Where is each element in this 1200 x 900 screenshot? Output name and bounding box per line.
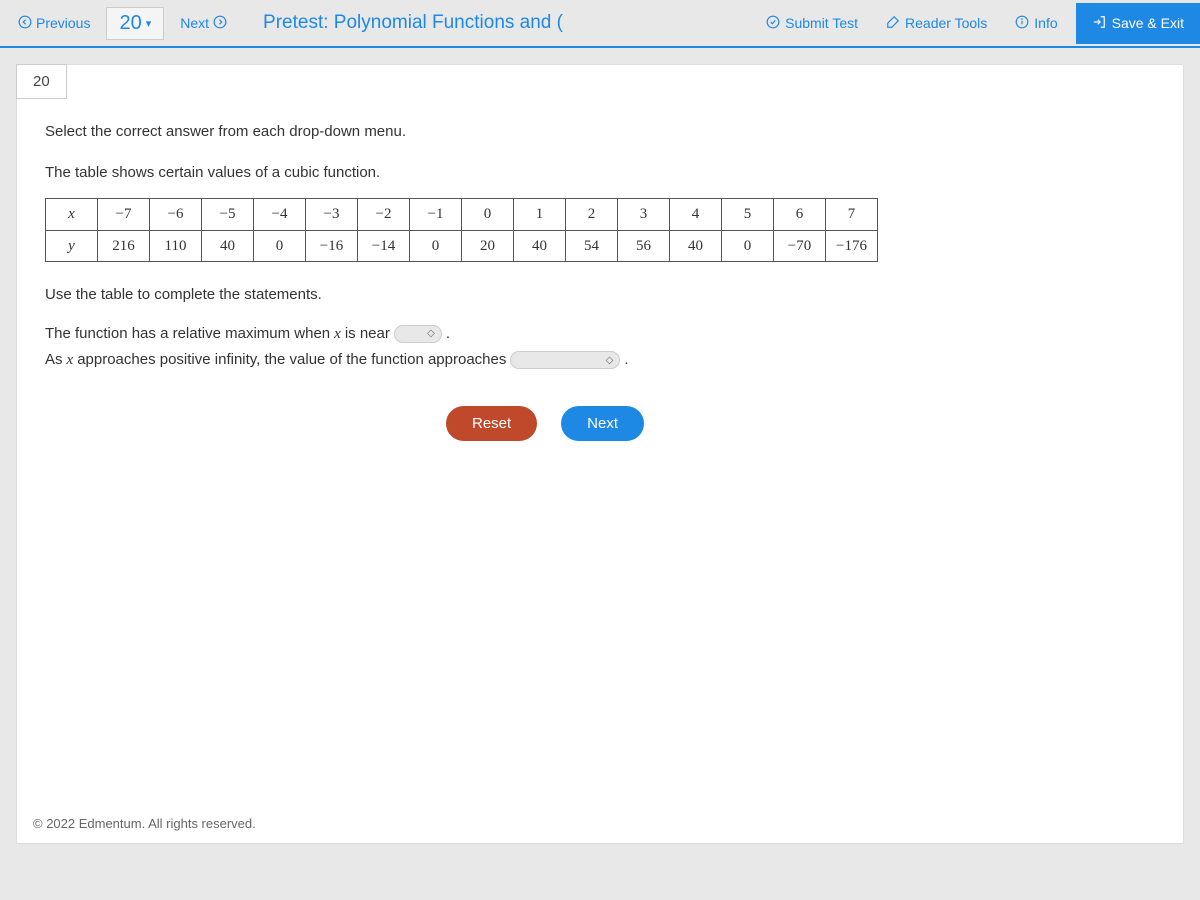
stmt1-period: .	[446, 323, 450, 346]
updown-icon: ◇	[606, 353, 614, 368]
table-row-y: y 216 110 40 0 −16 −14 0 20 40 54 56 40 …	[46, 230, 878, 262]
cell: 3	[618, 199, 670, 231]
cell: 216	[98, 230, 150, 262]
check-circle-icon	[766, 15, 780, 32]
arrow-left-icon	[18, 15, 32, 32]
save-exit-button[interactable]: Save & Exit	[1076, 3, 1200, 44]
cell: −3	[306, 199, 358, 231]
stmt2-a: As	[45, 349, 63, 372]
cell: 5	[722, 199, 774, 231]
cell: 6	[774, 199, 826, 231]
save-exit-label: Save & Exit	[1112, 15, 1184, 31]
app-frame: Previous 20 ▾ Next Pretest: Polynomial F…	[0, 0, 1200, 900]
button-row: Reset Next	[425, 406, 665, 441]
arrow-right-icon	[213, 15, 227, 32]
cell: 40	[514, 230, 566, 262]
cell: 4	[670, 199, 722, 231]
cell: 0	[410, 230, 462, 262]
dropdown-end-behavior[interactable]: ◇	[510, 351, 620, 369]
cell: 2	[566, 199, 618, 231]
cell: −2	[358, 199, 410, 231]
cell: 40	[202, 230, 254, 262]
exit-icon	[1092, 15, 1106, 32]
previous-button[interactable]: Previous	[8, 9, 100, 38]
cell: −70	[774, 230, 826, 262]
instruction-text: Select the correct answer from each drop…	[45, 121, 1155, 144]
submit-test-button[interactable]: Submit Test	[756, 9, 868, 38]
next-label: Next	[180, 15, 209, 31]
cell: −4	[254, 199, 306, 231]
copyright-footer: © 2022 Edmentum. All rights reserved.	[33, 816, 256, 831]
info-label: Info	[1034, 15, 1057, 31]
cell: 0	[462, 199, 514, 231]
question-tab: 20	[16, 64, 67, 99]
info-icon	[1015, 15, 1029, 32]
topbar: Previous 20 ▾ Next Pretest: Polynomial F…	[0, 0, 1200, 48]
submit-label: Submit Test	[785, 15, 858, 31]
cell: −176	[826, 230, 878, 262]
updown-icon: ◇	[427, 326, 435, 341]
stmt1-b: is near	[345, 323, 390, 346]
cell: 0	[722, 230, 774, 262]
dropdown-relative-max[interactable]: ◇	[394, 325, 442, 343]
previous-label: Previous	[36, 15, 90, 31]
statement-1: The function has a relative maximum when…	[45, 323, 1155, 346]
cell: −1	[410, 199, 462, 231]
cell: −5	[202, 199, 254, 231]
question-card: 20 Select the correct answer from each d…	[16, 64, 1184, 844]
use-table-text: Use the table to complete the statements…	[45, 284, 1155, 307]
cell: 40	[670, 230, 722, 262]
cell: 54	[566, 230, 618, 262]
data-table: x −7 −6 −5 −4 −3 −2 −1 0 1 2 3 4 5 6 7	[45, 198, 878, 262]
cell: 110	[150, 230, 202, 262]
next-button[interactable]: Next	[561, 406, 644, 441]
cell: −7	[98, 199, 150, 231]
cell: −16	[306, 230, 358, 262]
reset-button[interactable]: Reset	[446, 406, 537, 441]
stmt2-period: .	[624, 349, 628, 372]
test-title: Pretest: Polynomial Functions and (	[263, 12, 563, 34]
row-x-label: x	[46, 199, 98, 231]
info-button[interactable]: Info	[1005, 9, 1067, 38]
cell: −14	[358, 230, 410, 262]
tools-icon	[886, 15, 900, 32]
cell: 56	[618, 230, 670, 262]
next-nav-button[interactable]: Next	[170, 9, 237, 38]
reader-tools-label: Reader Tools	[905, 15, 987, 31]
question-number: 20	[119, 12, 141, 35]
row-y-label: y	[46, 230, 98, 262]
reader-tools-button[interactable]: Reader Tools	[876, 9, 997, 38]
cell: −6	[150, 199, 202, 231]
stmt2-b: approaches positive infinity, the value …	[77, 349, 506, 372]
cell: 1	[514, 199, 566, 231]
topbar-right: Submit Test Reader Tools Info Save & Exi…	[756, 3, 1192, 44]
cell: 0	[254, 230, 306, 262]
stmt1-a: The function has a relative maximum when	[45, 323, 330, 346]
question-selector[interactable]: 20 ▾	[106, 7, 164, 40]
table-intro: The table shows certain values of a cubi…	[45, 162, 1155, 185]
table-row-x: x −7 −6 −5 −4 −3 −2 −1 0 1 2 3 4 5 6 7	[46, 199, 878, 231]
statement-2: As x approaches positive infinity, the v…	[45, 349, 1155, 372]
stmt2-var: x	[67, 349, 74, 372]
chevron-down-icon: ▾	[146, 17, 152, 30]
question-body: Select the correct answer from each drop…	[17, 65, 1183, 461]
stmt1-var: x	[334, 323, 341, 346]
cell: 7	[826, 199, 878, 231]
cell: 20	[462, 230, 514, 262]
